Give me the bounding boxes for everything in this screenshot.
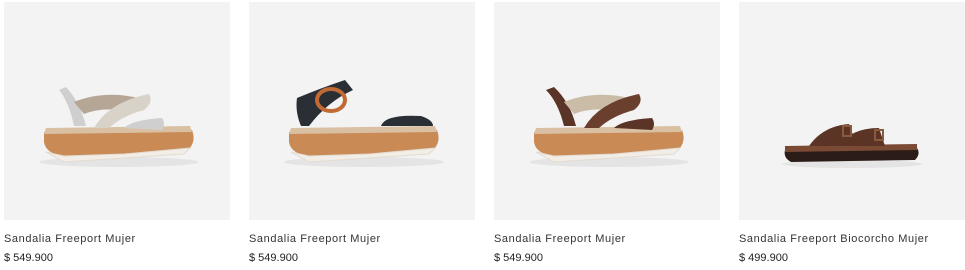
product-image[interactable]: [249, 2, 475, 220]
product-name[interactable]: Sandalia Freeport Biocorcho Mujer: [739, 233, 929, 245]
product-card[interactable]: Sandalia Freeport Mujer $ 549.900: [249, 0, 475, 270]
product-grid: Sandalia Freeport Mujer $ 549.900 Sandal…: [4, 0, 965, 270]
product-name[interactable]: Sandalia Freeport Mujer: [4, 233, 136, 245]
product-card[interactable]: Sandalia Freeport Mujer $ 549.900: [494, 0, 720, 270]
product-image[interactable]: [4, 2, 230, 220]
product-price: $ 549.900: [249, 252, 298, 264]
wedge-sandal-buckle-image: [284, 80, 444, 167]
product-price: $ 549.900: [494, 252, 543, 264]
wedge-sandal-image: [529, 87, 689, 167]
product-card[interactable]: Sandalia Freeport Biocorcho Mujer $ 499.…: [739, 0, 965, 270]
product-name[interactable]: Sandalia Freeport Mujer: [249, 233, 381, 245]
product-card[interactable]: Sandalia Freeport Mujer $ 549.900: [4, 0, 230, 270]
wedge-sandal-image: [39, 87, 199, 167]
product-name[interactable]: Sandalia Freeport Mujer: [494, 233, 626, 245]
product-price: $ 549.900: [4, 252, 53, 264]
slide-sandal-image: [782, 124, 922, 168]
product-image[interactable]: [739, 2, 965, 220]
product-image[interactable]: [494, 2, 720, 220]
product-price: $ 499.900: [739, 252, 788, 264]
